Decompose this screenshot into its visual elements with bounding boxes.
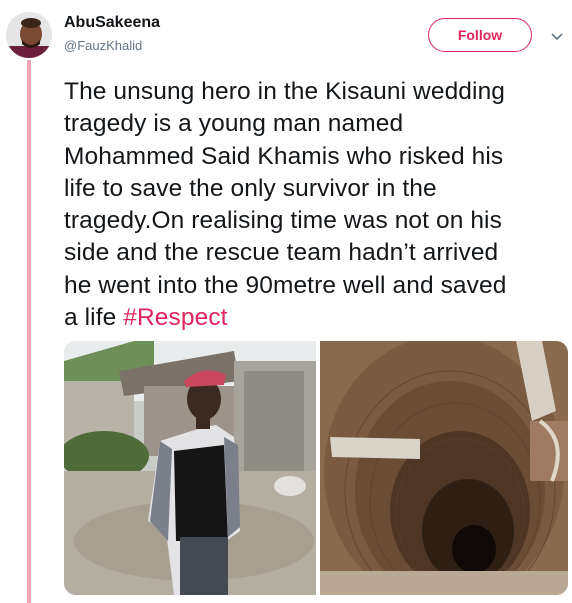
tweet-line: side and the rescue team hadn’t arrived bbox=[64, 239, 499, 267]
tweet-text: The unsung hero in the Kisauni wedding t… bbox=[64, 76, 564, 334]
chevron-down-icon[interactable] bbox=[549, 28, 565, 44]
tweet-photo-man[interactable] bbox=[64, 341, 316, 595]
tweet-photo-well[interactable] bbox=[320, 341, 568, 595]
hashtag-link[interactable]: #Respect bbox=[123, 304, 227, 331]
tweet-line: life to save the only survivor in the bbox=[64, 174, 437, 202]
tweet-line: he went into the 90metre well and saved bbox=[64, 271, 507, 299]
photo-image bbox=[320, 341, 568, 595]
follow-button[interactable]: Follow bbox=[428, 18, 532, 52]
user-handle[interactable]: @FauzKhalid bbox=[64, 38, 142, 53]
thread-connector-line bbox=[27, 60, 31, 603]
avatar-photo bbox=[6, 12, 52, 58]
avatar[interactable] bbox=[6, 12, 52, 58]
tweet-line: tragedy is a young man named bbox=[64, 110, 404, 138]
tweet-line: Mohammed Said Khamis who risked his bbox=[64, 142, 504, 170]
tweet-line-last: a life #Respect bbox=[64, 302, 564, 334]
tweet-line: tragedy.On realising time was not on his bbox=[64, 207, 502, 235]
tweet-line-text: a life bbox=[64, 304, 117, 332]
display-name[interactable]: AbuSakeena bbox=[64, 14, 160, 32]
tweet-line: The unsung hero in the Kisauni wedding bbox=[64, 78, 506, 105]
photo-image bbox=[64, 341, 316, 595]
